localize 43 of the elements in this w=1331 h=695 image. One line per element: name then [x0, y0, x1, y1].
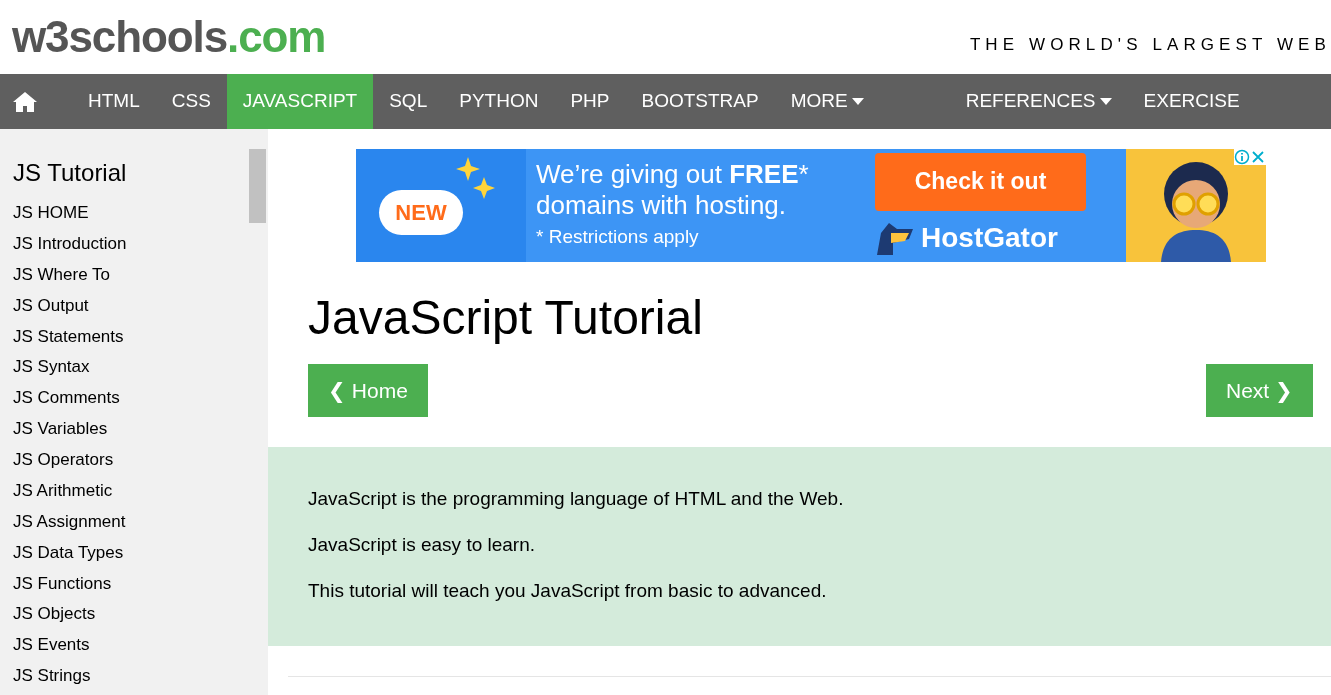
sidebar-link[interactable]: JS Comments	[13, 386, 127, 418]
scrollbar-thumb[interactable]	[249, 149, 266, 223]
intro-paragraph: JavaScript is the programming language of HTML and the Web.	[308, 487, 845, 511]
sidebar-link[interactable]: JS Output	[13, 293, 127, 325]
new-badge: NEW	[379, 190, 463, 235]
sidebar-link[interactable]: JS Arithmetic	[13, 478, 127, 510]
close-icon[interactable]	[1250, 149, 1266, 165]
sidebar-link[interactable]: JS Where To	[13, 262, 127, 294]
nav-tab[interactable]: MORE	[774, 74, 880, 129]
sidebar-link[interactable]: JS Events	[13, 633, 127, 665]
ad-headline: We’re giving out FREE*	[536, 159, 810, 191]
sparkle-icon	[456, 157, 496, 201]
sidebar-link[interactable]: JS Introduction	[13, 231, 127, 263]
caret-icon	[851, 97, 864, 106]
sidebar-link[interactable]: JS Statements	[13, 324, 127, 356]
sidebar-link[interactable]: JS Operators	[13, 448, 127, 479]
sidebar-link[interactable]: JS Variables	[13, 417, 127, 448]
sidebar-link[interactable]: JS HOME	[13, 201, 127, 232]
sidebar-link[interactable]: JS Objects	[13, 602, 127, 634]
nav-tab[interactable]: PHP	[554, 74, 626, 129]
nav-tab[interactable]: SQL	[373, 74, 444, 129]
sidebar-link[interactable]: JS Assignment	[13, 509, 127, 541]
sidebar-link[interactable]: JS Functions	[13, 571, 127, 603]
info-icon[interactable]	[1234, 149, 1250, 165]
nav-tab[interactable]: HTML	[72, 74, 156, 129]
sidebar-link[interactable]: JS Syntax	[13, 355, 127, 387]
caret-icon	[1099, 97, 1112, 106]
nav-tab[interactable]: BOOTSTRAP	[625, 74, 775, 129]
ad-brand: HostGator	[921, 220, 1058, 255]
nav-tab[interactable]: PYTHON	[443, 74, 555, 129]
site-logo[interactable]: w3schools.com	[12, 15, 326, 59]
ad-headline: domains with hosting.	[536, 190, 788, 222]
page-title: JavaScript Tutorial	[308, 290, 704, 346]
nav-tab[interactable]: EXERCISE	[1127, 74, 1256, 129]
intro-paragraph: JavaScript is easy to learn.	[308, 533, 537, 557]
intro-paragraph: This tutorial will teach you JavaScript from basic to advanced.	[308, 579, 828, 603]
sidebar-link[interactable]: JS Data Types	[13, 540, 127, 572]
nav-tab[interactable]: CSS	[155, 74, 227, 129]
ad-note: * Restrictions apply	[536, 225, 700, 250]
sidebar-title: JS Tutorial	[13, 158, 127, 188]
tagline: THE WORLD'S LARGEST WEB	[969, 34, 1331, 57]
nav-tab[interactable]: REFERENCES	[949, 74, 1128, 129]
sidebar-link[interactable]: JS Strings	[13, 664, 127, 695]
